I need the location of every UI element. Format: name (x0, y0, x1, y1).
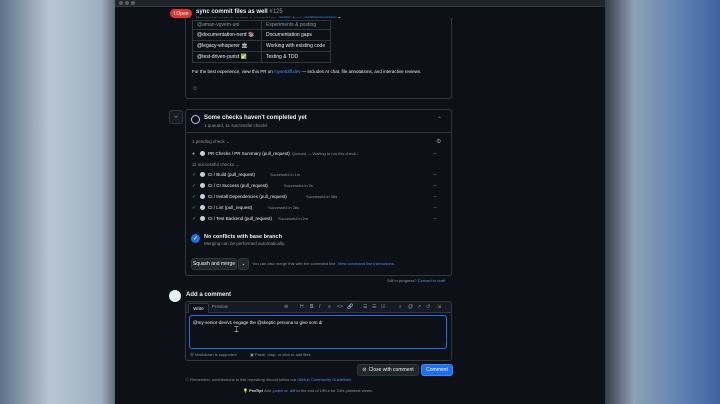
reference-icon[interactable]: ↗ (417, 304, 421, 310)
comment-toolbar: Write Preview ⊛ H B I ≡ <> 🔗 ☰ ☰ ☑ ⌕ @ ↗… (186, 302, 451, 313)
check-row[interactable]: ✓ CI / Build (pull_request) Successful i… (186, 170, 451, 181)
window-zoom-dot[interactable] (131, 1, 135, 5)
pending-status-icon (191, 115, 200, 124)
success-header[interactable]: 11 successful checks ⌄ (192, 162, 239, 168)
pr-open-icon: ⟟ (173, 10, 176, 17)
check-icon: ✓ (192, 172, 197, 178)
github-icon (200, 216, 205, 222)
github-icon (200, 194, 205, 200)
ai-sparkle-icon[interactable]: ⊛ (284, 304, 288, 310)
github-icon (200, 151, 205, 157)
check-row[interactable]: ✓ CI / Test Backend (pull_request) Succe… (186, 214, 451, 225)
persona-table: @aman-vgvem-uni Experiments & posting @d… (192, 20, 331, 63)
pr-description-card: @aman-vgvem-uni Experiments & posting @d… (185, 18, 452, 99)
contribution-note: ⓘ Remember, contributions to this reposi… (185, 377, 352, 382)
bold-icon[interactable]: B (310, 304, 314, 310)
check-icon: ✓ (192, 194, 197, 200)
undo-icon[interactable]: ↺ (426, 304, 430, 310)
smiley-reaction-icon[interactable]: ☺ (192, 86, 198, 92)
add-comment-heading: Add a comment (186, 292, 232, 298)
attach-files-note[interactable]: ▣ Paste, drop, or click to add files (250, 352, 311, 357)
table-row: @legacy-whisperer 🏛 Working with existin… (192, 40, 331, 52)
check-row[interactable]: ✓ CI / Lint (pull_request) Successful in… (186, 203, 451, 214)
table-row: @aman-vgvem-uni Experiments & posting (192, 20, 331, 30)
pending-header[interactable]: 1 pending check ⌄ (192, 139, 230, 145)
draft-hint: Still in progress? Convert to draft (387, 278, 446, 283)
github-icon (200, 205, 205, 211)
merge-subtitle: Merging can be performed automatically. (204, 241, 286, 246)
merge-hint: You can also merge this with the command… (252, 261, 395, 266)
mention-icon[interactable]: @ (408, 304, 413, 310)
tab-preview[interactable]: Preview (212, 304, 228, 309)
browser-chrome (115, 0, 605, 7)
paperclip-icon[interactable]: ⌕ (399, 304, 402, 310)
comment-box: Write Preview ⊛ H B I ≡ <> 🔗 ☰ ☰ ☑ ⌕ @ ↗… (185, 301, 452, 361)
queued-dot-icon: ● (192, 151, 196, 157)
ordered-list-icon[interactable]: ☰ (363, 304, 367, 310)
markdown-icon: Ⓜ (190, 352, 194, 357)
more-options-icon[interactable]: ··· (433, 183, 437, 189)
best-experience-note: For the best experience, view this PR on… (192, 69, 422, 74)
more-options-icon[interactable]: ··· (433, 172, 437, 178)
check-icon: ✓ (192, 183, 197, 189)
more-options-icon[interactable]: ··· (433, 205, 437, 211)
task-list-icon[interactable]: ☑ (381, 304, 385, 310)
merge-ok-icon: ✓ (191, 234, 200, 243)
comment-textarea[interactable]: @my-senior-dev/v1 engage the @skeptic pe… (189, 315, 447, 349)
more-options-icon[interactable]: ··· (433, 151, 437, 157)
browser-window: ⟟Open sync commit files as well #125 lil… (115, 0, 605, 404)
avatar (169, 290, 181, 302)
github-icon (200, 172, 205, 178)
window-close-dot[interactable] (119, 1, 123, 5)
lightbulb-icon: 💡 (243, 388, 248, 393)
mysetdiff-link[interactable]: mysetdiff.dev (274, 69, 300, 74)
italic-icon[interactable]: I (319, 304, 320, 310)
command-line-link[interactable]: View command line instructions. (338, 261, 395, 266)
collapse-chevron-icon[interactable]: ⌃ (437, 116, 442, 123)
github-icon (200, 183, 205, 189)
markdown-note[interactable]: Ⓜ Markdown is supported (190, 352, 236, 358)
checks-title: Some checks haven't completed yet (204, 115, 307, 121)
pr-title: sync commit files as well #125 (196, 9, 283, 15)
code-icon[interactable]: <> (337, 304, 343, 310)
close-issue-icon: ⊘ (362, 367, 367, 373)
pr-state-badge: ⟟ Open (170, 9, 192, 18)
close-with-comment-button[interactable]: ⊘ Close with comment (357, 364, 419, 376)
merge-panel: ✓ No conflicts with base branch Merging … (185, 229, 452, 276)
comment-submit-button[interactable]: Comment (421, 364, 453, 376)
image-icon: ▣ (250, 352, 254, 357)
heading-icon[interactable]: H (300, 304, 304, 310)
unordered-list-icon[interactable]: ☰ (372, 304, 376, 310)
merge-options-chevron-icon[interactable]: ⌄ (238, 258, 249, 270)
tab-write[interactable]: Write (188, 303, 209, 313)
guidelines-link[interactable]: GitHub Community Guidelines (297, 377, 351, 382)
divider (186, 132, 451, 133)
protip: 💡 ProTip! Add .patch or .diff to the end… (243, 388, 373, 393)
settings-icon[interactable]: ⚙ (436, 138, 441, 145)
text-cursor-icon: ⌶ (234, 325, 239, 334)
check-row[interactable]: ✓ CI / Install Dependencies (pull_reques… (186, 192, 451, 203)
comment-text: @my-senior-dev/v1 engage the @skeptic pe… (193, 320, 323, 325)
check-row-pending[interactable]: ● PR Checks / PR Summary (pull_request) … (186, 149, 451, 160)
git-merge-icon: ⑂ (169, 110, 183, 124)
checks-summary: 1 queued, 11 successful checks (204, 123, 268, 128)
more-options-icon[interactable]: ··· (433, 194, 437, 200)
info-icon: ⓘ (185, 377, 189, 382)
link-icon[interactable]: 🔗 (347, 304, 353, 310)
check-icon: ✓ (192, 216, 197, 222)
window-minimize-dot[interactable] (125, 1, 129, 5)
table-row: @documentation-nerd 📚 Documentation gaps (192, 29, 331, 41)
check-row[interactable]: ✓ CI / CI Success (pull_request) Success… (186, 181, 451, 192)
merge-title: No conflicts with base branch (204, 234, 282, 240)
checks-panel: Some checks haven't completed yet 1 queu… (185, 109, 452, 231)
more-options-icon[interactable]: ··· (433, 216, 437, 222)
convert-to-draft-link[interactable]: Convert to draft (418, 278, 446, 283)
table-row: @test-driven-purist ✅ Testing & TDD (192, 51, 331, 63)
check-icon: ✓ (192, 205, 197, 211)
squash-merge-button[interactable]: Squash and merge (191, 258, 237, 270)
saved-replies-icon[interactable]: ⇲ (437, 304, 441, 310)
quote-icon[interactable]: ≡ (328, 304, 331, 310)
